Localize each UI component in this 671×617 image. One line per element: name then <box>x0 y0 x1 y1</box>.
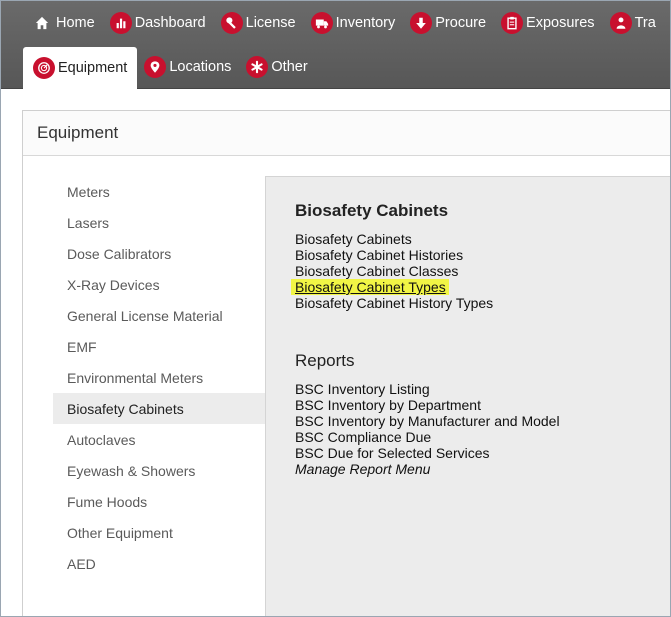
top-navigation: Home Dashboard License Inventory Procure… <box>1 1 670 89</box>
person-icon <box>609 12 632 34</box>
report-bsc-inventory-by-department[interactable]: BSC Inventory by Department <box>295 397 481 413</box>
report-bsc-due-selected-services[interactable]: BSC Due for Selected Services <box>295 445 490 461</box>
top-nav-row-1: Home Dashboard License Inventory Procure… <box>31 1 670 45</box>
nav-training[interactable]: Tra <box>609 3 664 43</box>
nav-dashboard[interactable]: Dashboard <box>109 3 214 43</box>
nav-training-label: Tra <box>634 15 656 31</box>
wrench-icon <box>220 12 243 34</box>
sidebar-item-autoclaves[interactable]: Autoclaves <box>53 424 265 455</box>
nav-procure[interactable]: Procure <box>410 3 494 43</box>
nav-other-label: Other <box>271 59 308 75</box>
sidebar-item-x-ray-devices[interactable]: X-Ray Devices <box>53 269 265 300</box>
report-bsc-inventory-by-manufacturer[interactable]: BSC Inventory by Manufacturer and Model <box>295 413 560 429</box>
sidebar-item-emf[interactable]: EMF <box>53 331 265 362</box>
down-arrow-icon <box>410 12 433 34</box>
sidebar-item-meters[interactable]: Meters <box>53 176 265 207</box>
link-biosafety-cabinet-classes[interactable]: Biosafety Cabinet Classes <box>295 263 458 279</box>
nav-exposures[interactable]: Exposures <box>501 3 603 43</box>
nav-equipment[interactable]: Equipment <box>23 47 138 89</box>
nav-license[interactable]: License <box>220 3 304 43</box>
top-nav-row-2: Equipment Locations Other <box>23 45 323 89</box>
sidebar-item-environmental-meters[interactable]: Environmental Meters <box>53 362 265 393</box>
sidebar-item-dose-calibrators[interactable]: Dose Calibrators <box>53 238 265 269</box>
sidebar-item-lasers[interactable]: Lasers <box>53 207 265 238</box>
map-pin-icon <box>144 56 167 78</box>
app-window: Home Dashboard License Inventory Procure… <box>0 0 671 617</box>
bar-chart-icon <box>109 12 132 34</box>
gauge-icon <box>33 57 55 79</box>
link-manage-report-menu[interactable]: Manage Report Menu <box>295 461 430 477</box>
section-title: Biosafety Cabinets <box>295 201 449 220</box>
clipboard-icon <box>501 12 524 34</box>
nav-other[interactable]: Other <box>246 47 315 87</box>
sidebar-item-other-equipment[interactable]: Other Equipment <box>53 517 265 548</box>
sidebar-item-general-license-material[interactable]: General License Material <box>53 300 265 331</box>
link-biosafety-cabinet-histories[interactable]: Biosafety Cabinet Histories <box>295 247 463 263</box>
nav-license-label: License <box>245 15 296 31</box>
nav-locations[interactable]: Locations <box>144 47 239 87</box>
sidebar-item-eyewash-showers[interactable]: Eyewash & Showers <box>53 455 265 486</box>
nav-gap <box>1 89 670 109</box>
nav-home-label: Home <box>56 15 95 31</box>
nav-dashboard-label: Dashboard <box>134 15 206 31</box>
report-bsc-compliance-due[interactable]: BSC Compliance Due <box>295 429 431 445</box>
home-icon <box>31 12 53 34</box>
sidebar-item-biosafety-cabinets[interactable]: Biosafety Cabinets <box>53 393 265 424</box>
content-area: Biosafety Cabinets Biosafety Cabinets Bi… <box>265 176 670 616</box>
nav-home[interactable]: Home <box>31 3 103 43</box>
nav-exposures-label: Exposures <box>526 15 595 31</box>
sidebar-item-fume-hoods[interactable]: Fume Hoods <box>53 486 265 517</box>
link-biosafety-cabinets[interactable]: Biosafety Cabinets <box>295 231 412 247</box>
truck-icon <box>310 12 333 34</box>
equipment-sidebar: Meters Lasers Dose Calibrators X-Ray Dev… <box>23 157 265 616</box>
nav-locations-label: Locations <box>169 59 232 75</box>
nav-inventory[interactable]: Inventory <box>310 3 404 43</box>
panel-title: Equipment <box>23 111 670 156</box>
link-biosafety-cabinet-types[interactable]: Biosafety Cabinet Types <box>295 279 449 295</box>
reports-title: Reports <box>295 351 355 370</box>
equipment-panel: Equipment Meters Lasers Dose Calibrators… <box>22 110 670 616</box>
nav-inventory-label: Inventory <box>335 15 396 31</box>
asterisk-icon <box>246 56 269 78</box>
sidebar-item-aed[interactable]: AED <box>53 548 265 579</box>
nav-equipment-label: Equipment <box>58 60 128 76</box>
nav-procure-label: Procure <box>435 15 487 31</box>
report-bsc-inventory-listing[interactable]: BSC Inventory Listing <box>295 381 430 397</box>
link-biosafety-cabinet-history-types[interactable]: Biosafety Cabinet History Types <box>295 295 493 311</box>
